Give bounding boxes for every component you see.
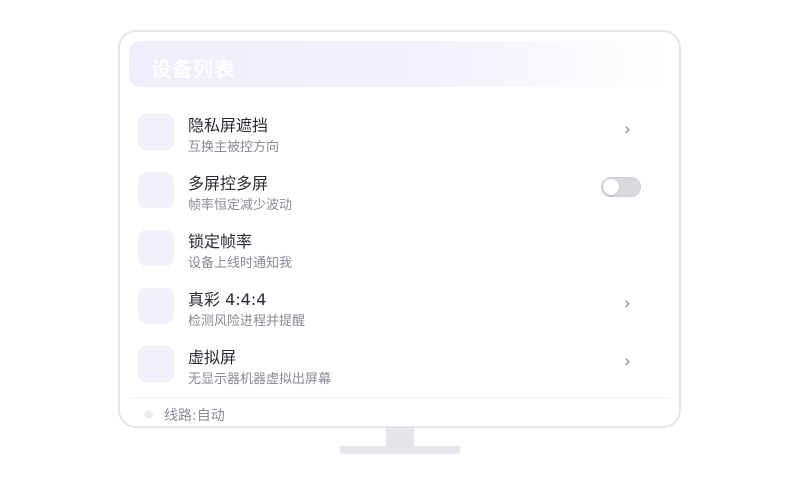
list-item-subtitle: 互换主被控方向 bbox=[188, 140, 280, 155]
true-color-icon bbox=[138, 288, 174, 324]
privacy-screen-icon bbox=[138, 114, 174, 150]
header-title: 设备列表 bbox=[151, 57, 235, 81]
list-item-multi-screen: 多屏控多屏 帧率恒定减少波动 bbox=[138, 172, 663, 222]
list-item-subtitle: 帧率恒定减少波动 bbox=[188, 198, 293, 213]
list-item-lock-framerate[interactable]: 锁定帧率 设备上线时通知我 bbox=[138, 230, 663, 280]
chevron-right-icon[interactable]: › bbox=[624, 294, 631, 314]
monitor-stand-neck bbox=[386, 428, 414, 446]
lock-framerate-icon bbox=[138, 230, 174, 266]
list-item-virtual-screen[interactable]: 虚拟屏 无显示器机器虚拟出屏幕 › bbox=[138, 346, 663, 396]
monitor-stand-base bbox=[340, 446, 460, 454]
list-item-true-color[interactable]: 真彩 4:4:4 检测风险进程并提醒 › bbox=[138, 288, 663, 338]
list-item-title: 真彩 4:4:4 bbox=[188, 290, 267, 309]
virtual-screen-icon bbox=[138, 346, 174, 382]
list-item-subtitle: 无显示器机器虚拟出屏幕 bbox=[188, 372, 332, 387]
multi-screen-icon bbox=[138, 172, 174, 208]
chevron-right-icon[interactable]: › bbox=[624, 352, 631, 372]
list-item-subtitle: 设备上线时通知我 bbox=[188, 256, 293, 271]
route-status-dot-icon bbox=[144, 410, 153, 419]
header-bar: 设备列表 bbox=[129, 41, 670, 87]
list-item-subtitle: 检测风险进程并提醒 bbox=[188, 314, 306, 329]
multi-screen-toggle[interactable] bbox=[601, 177, 641, 197]
monitor-frame: 设备列表 隐私屏遮挡 互换主被控方向 › 多屏控多屏 帧率恒定减少波动 锁定帧率… bbox=[118, 30, 681, 428]
chevron-right-icon[interactable]: › bbox=[624, 120, 631, 140]
list-item-title: 锁定帧率 bbox=[188, 232, 253, 251]
toggle-knob bbox=[603, 179, 619, 195]
list-item-privacy-screen[interactable]: 隐私屏遮挡 互换主被控方向 › bbox=[138, 114, 663, 164]
list-item-title: 虚拟屏 bbox=[188, 348, 237, 367]
list-item-title: 隐私屏遮挡 bbox=[188, 116, 269, 135]
list-item-title: 多屏控多屏 bbox=[188, 174, 269, 193]
route-label[interactable]: 线路:自动 bbox=[164, 405, 225, 425]
footer-divider bbox=[129, 398, 670, 399]
